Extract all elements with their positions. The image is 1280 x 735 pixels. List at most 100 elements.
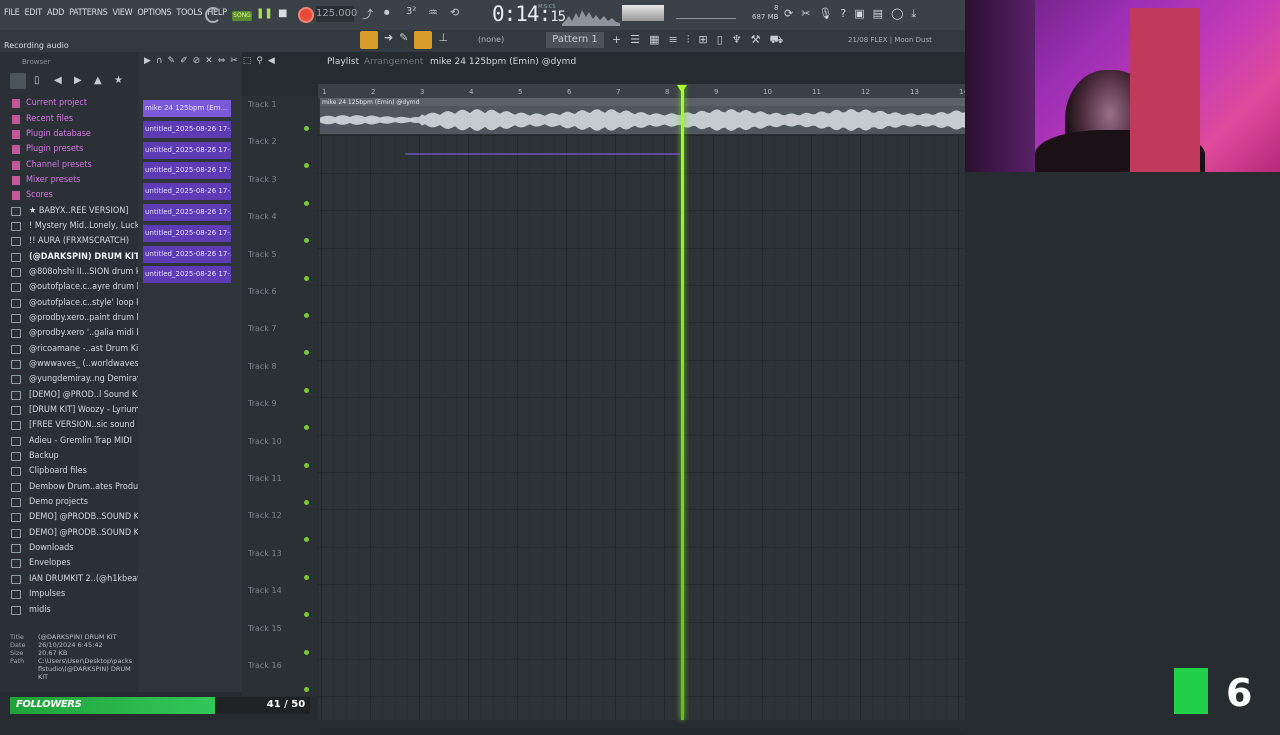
track-label[interactable]: Track 1 [248, 100, 277, 109]
menu-patterns[interactable]: PATTERNS [69, 8, 108, 18]
track-label[interactable]: Track 12 [248, 511, 282, 520]
track-mute-led[interactable] [304, 574, 309, 580]
playlist-icon[interactable] [360, 31, 378, 49]
browser-item[interactable]: Adieu - Gremlin Trap MIDI [0, 434, 138, 449]
wait-icon[interactable]: ⤴ [362, 6, 376, 21]
snap-select[interactable]: (none) [478, 35, 504, 44]
browser-item[interactable]: IAN DRUMKIT 2..(@h1kbeats) [0, 572, 138, 587]
track-label[interactable]: Track 13 [248, 549, 282, 558]
plugin-picker-icon[interactable]: ⫶ [687, 33, 690, 49]
paint-icon[interactable]: ✐ [180, 56, 188, 70]
pause-button[interactable]: ❚❚ [256, 8, 273, 21]
download-icon[interactable]: ⤓ [911, 7, 916, 23]
track-label[interactable]: Track 5 [248, 250, 277, 259]
metronome-icon[interactable] [205, 7, 221, 23]
cloud-icon[interactable]: ▲ [94, 75, 102, 86]
browser-item[interactable]: DEMO] @PRODB..SOUND KIT [0, 526, 138, 541]
browser-item[interactable]: !! AURA (FRXMSCRATCH) [0, 234, 138, 249]
track-label[interactable]: Track 8 [248, 362, 277, 371]
track-mute-led[interactable] [304, 275, 309, 281]
browser-item[interactable]: @wwwaves_ (..worldwaves) [0, 357, 138, 372]
play-arrow-icon[interactable]: ▶ [144, 56, 151, 70]
track-label[interactable]: Track 15 [248, 624, 282, 633]
browser-item[interactable]: Envelopes [0, 556, 138, 571]
browser-item[interactable]: @outofplace.c..ayre drum kit [0, 280, 138, 295]
pattern-selector[interactable]: Pattern 1 [546, 32, 604, 48]
audio-clip[interactable]: mike 24 125bpm (Emin) @dymd [320, 98, 965, 134]
magnet-icon[interactable]: ∩ [156, 56, 163, 70]
loop-icon[interactable]: ⟲ [450, 6, 464, 20]
file-view-icon[interactable]: ▯ [34, 75, 40, 86]
chat-icon[interactable]: ◯ [891, 7, 903, 23]
star-icon[interactable]: ★ [114, 75, 123, 86]
pattern-item[interactable]: untitled_2025-08-26 17-... [143, 162, 231, 180]
pattern-item[interactable]: untitled_2025-08-26 17-... [143, 120, 231, 138]
track-label[interactable]: Track 10 [248, 437, 282, 446]
track-label[interactable]: Track 6 [248, 287, 277, 296]
browser-item[interactable]: Mixer presets [0, 173, 138, 188]
browser-item[interactable]: ★ BABYX..REE VERSION] [0, 203, 138, 218]
pattern-item[interactable]: untitled_2025-08-26 17-... [143, 224, 231, 242]
pencil-icon[interactable]: ✎ [399, 31, 408, 49]
slice-icon[interactable]: ✂ [230, 56, 238, 70]
microphone-icon[interactable]: 🎙 [818, 7, 832, 23]
track-label[interactable]: Track 3 [248, 175, 277, 184]
track-mute-led[interactable] [304, 126, 309, 131]
browser-item[interactable]: Channel presets [0, 157, 138, 172]
piano-roll-icon[interactable]: ▦ [649, 33, 659, 49]
pattern-item[interactable]: untitled_2025-08-26 17-... [143, 183, 231, 201]
browser-item[interactable]: midis [0, 602, 138, 617]
master-volume-slider[interactable] [622, 5, 664, 21]
file-icon[interactable]: ▯ [717, 33, 723, 49]
browser-item[interactable]: DEMO] @PRODB..SOUND KIT [0, 510, 138, 525]
track-label[interactable]: Track 7 [248, 324, 277, 333]
playhead-marker[interactable] [677, 85, 687, 93]
browser-item[interactable]: @ricoamane -..ast Drum Kit [0, 342, 138, 357]
browser-item[interactable]: @prodby.xero '..galia midi kit [0, 326, 138, 341]
track-label[interactable]: Track 14 [248, 586, 282, 595]
zoom-icon[interactable]: ⚲ [256, 56, 263, 70]
menu-tools[interactable]: TOOLS [176, 8, 202, 18]
track-mute-led[interactable] [304, 500, 309, 505]
pattern-item[interactable]: untitled_2025-08-26 17-... [143, 245, 231, 263]
browser-item[interactable]: Current project [0, 96, 138, 111]
pattern-item[interactable]: untitled_2025-08-26 17-... [143, 141, 231, 159]
browser-item[interactable]: Scores [0, 188, 138, 203]
track-mute-led[interactable] [304, 350, 309, 356]
track-mute-led[interactable] [304, 238, 309, 244]
help-icon[interactable]: ? [840, 7, 846, 23]
track-mute-led[interactable] [304, 537, 309, 543]
track-label[interactable]: Track 9 [248, 399, 277, 408]
track-mute-led[interactable] [304, 687, 309, 692]
arrow-icon[interactable]: ➜ [384, 31, 393, 49]
browser-icon[interactable]: ⊞ [698, 33, 707, 49]
track-mute-led[interactable] [304, 425, 309, 431]
track-mute-led[interactable] [304, 313, 309, 318]
tempo-display[interactable]: 125.000 [316, 6, 357, 22]
draw-icon[interactable]: ✎ [168, 56, 176, 70]
browser-item[interactable]: [DEMO] @PROD..l Sound Kit [0, 388, 138, 403]
browser-item[interactable]: Backup [0, 449, 138, 464]
browser-item[interactable]: Impulses [0, 587, 138, 602]
browser-item[interactable]: @yungdemiray..ng Demirayy) [0, 372, 138, 387]
pattern-item[interactable]: mike 24 125bpm (Em... [143, 100, 231, 117]
browser-item[interactable]: Demo projects [0, 495, 138, 510]
browser-item[interactable]: @prodby.xero..paint drum kit [0, 311, 138, 326]
link-icon[interactable] [414, 31, 433, 49]
step-icon[interactable]: 3² [406, 6, 420, 20]
stop-button[interactable]: ■ [278, 8, 287, 19]
browser-item[interactable]: Dembow Drum..ates Produce [0, 480, 138, 495]
mute-icon[interactable]: ✕ [205, 56, 213, 70]
menu-options[interactable]: OPTIONS [137, 8, 171, 18]
browser-item[interactable]: (@DARKSPIN) DRUM KIT [0, 249, 138, 264]
browser-item[interactable]: [FREE VERSION..sic sound kit [0, 418, 138, 433]
delete-icon[interactable]: ⊘ [193, 56, 201, 70]
wrench-icon[interactable]: ⚒ [751, 33, 761, 49]
browser-item[interactable]: Plugin presets [0, 142, 138, 157]
countdown-icon[interactable]: ⏺ [384, 6, 398, 20]
touch-icon[interactable]: ♆ [732, 33, 742, 49]
menu-add[interactable]: ADD [47, 8, 64, 18]
track-label[interactable]: Track 11 [248, 474, 282, 483]
refresh-icon[interactable]: ⟳ [784, 7, 793, 23]
select-icon[interactable]: ⬚ [243, 56, 252, 70]
